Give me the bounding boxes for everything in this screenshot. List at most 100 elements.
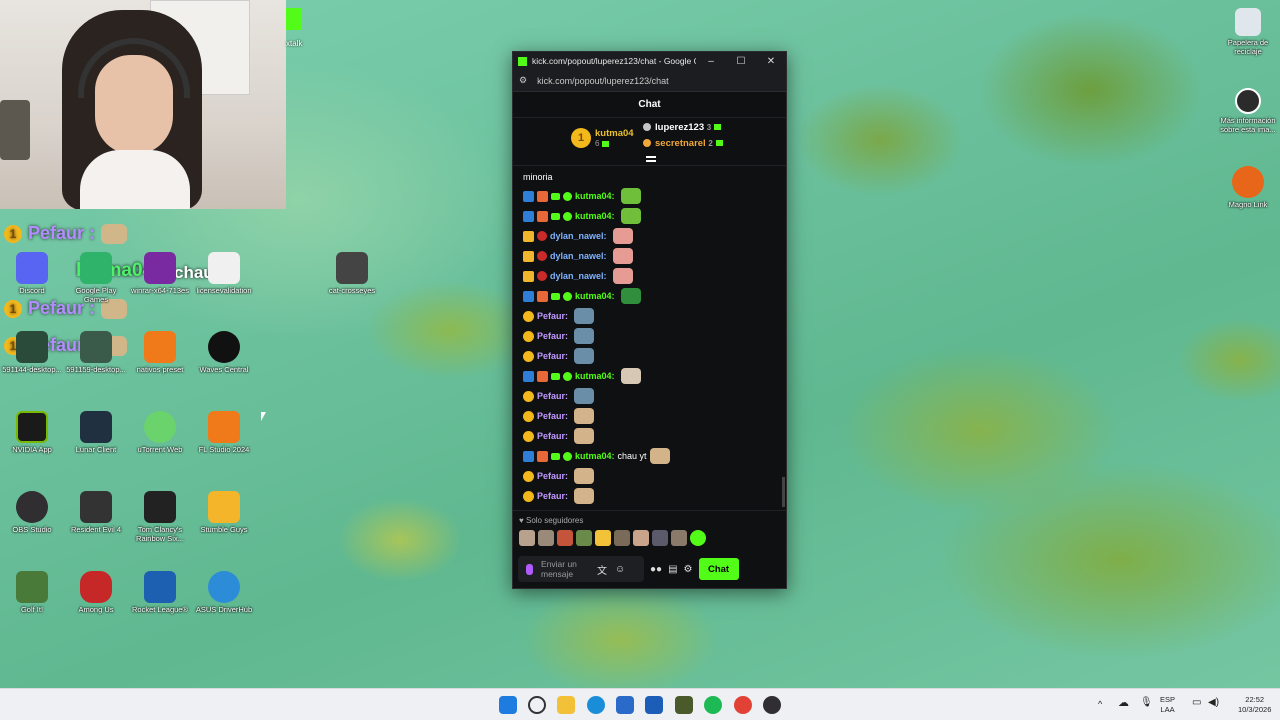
search-icon[interactable] <box>528 696 546 714</box>
desktop-icon-licensevalidation[interactable]: licensevalidation <box>192 252 256 295</box>
start-button-icon[interactable] <box>499 696 517 714</box>
taskbar: ^ ☁ 🎙 ESP LAA ▭ ◀) 22:52 10/3/2026 <box>0 688 1280 720</box>
network-icon[interactable]: ▭ <box>1192 698 1201 708</box>
collapse-icon[interactable] <box>646 156 656 162</box>
emote-icon[interactable] <box>633 530 649 546</box>
language-indicator[interactable]: ESP LAA <box>1160 695 1175 715</box>
username[interactable]: Pefaur: <box>537 391 568 401</box>
desktop-icon-more-info[interactable]: Más información sobre esta ima... <box>1216 88 1280 134</box>
desktop-icon-winrar[interactable]: winrar-x64-713es <box>128 252 192 295</box>
desktop-icon-obs[interactable]: OBS Studio <box>0 491 64 534</box>
desktop-icon-wallpaper1[interactable]: 591144-desktop... <box>0 331 64 374</box>
username[interactable]: kutma04: <box>575 451 615 461</box>
desktop-icon-asus-driverhub[interactable]: ASUS DriverHub <box>192 571 256 614</box>
file-explorer-icon[interactable] <box>557 696 575 714</box>
fl-studio-icon <box>144 331 176 363</box>
desktop-icon-fl-studio[interactable]: FL Studio 2024 <box>192 411 256 454</box>
desktop-icon-utorrent[interactable]: uTorrent Web <box>128 411 192 454</box>
outlook-icon[interactable] <box>645 696 663 714</box>
chat-popout-window[interactable]: kick.com/popout/luperez123/chat - Google… <box>512 51 787 589</box>
chat-message: kutma04: <box>523 286 786 306</box>
pinned-message: minoria <box>523 172 553 182</box>
username[interactable]: Pefaur: <box>537 331 568 341</box>
emote-icon[interactable] <box>671 530 687 546</box>
address-bar[interactable]: ⚙ kick.com/popout/luperez123/chat <box>513 70 786 92</box>
microphone-icon[interactable]: 🎙 <box>1140 698 1153 708</box>
site-settings-icon[interactable]: ⚙ <box>519 75 527 86</box>
settings-gear-icon[interactable]: ⚙ <box>684 564 693 575</box>
desktop-icon-re4[interactable]: Resident Evil 4 <box>64 491 128 534</box>
desktop-icon-stumble-guys[interactable]: Stumble Guys <box>192 491 256 534</box>
username[interactable]: Pefaur: <box>537 411 568 421</box>
gifter-badge-icon <box>563 211 572 221</box>
username[interactable]: dylan_nawel: <box>550 251 607 261</box>
desktop-icon-play-games[interactable]: Google Play Games <box>64 252 128 304</box>
desktop-icon-rainbow-six[interactable]: Tom Clancy's Rainbow Six... <box>128 491 192 543</box>
spotify-icon[interactable] <box>704 696 722 714</box>
utorrent-icon <box>144 411 176 443</box>
desktop-icon-rocket-league[interactable]: Rocket League® <box>128 571 192 614</box>
onedrive-icon[interactable]: ☁ <box>1118 698 1129 709</box>
emote-icon <box>101 223 128 244</box>
username[interactable]: Pefaur: <box>537 311 568 321</box>
desktop-icon-among-us[interactable]: Among Us <box>64 571 128 614</box>
desktop-icon-cat-crosseyes[interactable]: cat-crosseyes <box>320 252 384 295</box>
translate-icon[interactable]: 文 <box>597 562 607 577</box>
desktop-icon-lunar-client[interactable]: Lunar Client <box>64 411 128 454</box>
top-gifter-3[interactable]: secretnarel 2 <box>643 138 723 149</box>
gifter-badge-icon <box>523 430 534 442</box>
username[interactable]: kutma04: <box>575 291 615 301</box>
users-icon[interactable]: ●● <box>650 564 662 575</box>
asus-icon <box>208 571 240 603</box>
volume-icon[interactable]: ◀) <box>1208 698 1219 708</box>
send-chat-button[interactable]: Chat <box>698 558 739 580</box>
username[interactable]: dylan_nawel: <box>550 231 607 241</box>
minimize-button[interactable]: – <box>696 56 726 67</box>
store-icon[interactable] <box>616 696 634 714</box>
desktop-icon-waves-central[interactable]: Waves Central <box>192 331 256 374</box>
username[interactable]: kutma04: <box>575 211 615 221</box>
url-text[interactable]: kick.com/popout/luperez123/chat <box>537 76 669 86</box>
desktop-icon-nativos-preset[interactable]: nativos preset <box>128 331 192 374</box>
username[interactable]: Pefaur: <box>537 491 568 501</box>
desktop-icon-golf-it[interactable]: Golf It! <box>0 571 64 614</box>
chat-scrollbar[interactable] <box>782 477 785 507</box>
emote-icon[interactable] <box>519 530 535 546</box>
desktop-icon-discord[interactable]: Discord <box>0 252 64 295</box>
emote-icon[interactable] <box>614 530 630 546</box>
clock[interactable]: 22:52 10/3/2026 <box>1238 695 1271 715</box>
obs-icon[interactable] <box>763 696 781 714</box>
chevron-up-icon[interactable]: ^ <box>1098 699 1102 709</box>
chrome-icon[interactable] <box>734 696 752 714</box>
emote-icon[interactable] <box>652 530 668 546</box>
emote-icon[interactable] <box>690 530 706 546</box>
chat-message: Pefaur: <box>523 326 786 346</box>
minecraft-icon[interactable] <box>675 696 693 714</box>
desktop-icon-wallpaper2[interactable]: 591159-desktop... <box>64 331 128 374</box>
chat-input[interactable]: Enviar un mensaje 文 ☺ <box>518 556 644 582</box>
window-titlebar[interactable]: kick.com/popout/luperez123/chat - Google… <box>513 52 786 70</box>
gifter-badge-icon <box>523 330 534 342</box>
desktop-icon-recycle-bin[interactable]: Papelera de reciclaje <box>1216 8 1280 56</box>
close-button[interactable]: ✕ <box>756 56 786 67</box>
maximize-button[interactable]: ☐ <box>726 56 756 67</box>
top-gifter-1[interactable]: 1 kutma04 6 <box>571 128 634 148</box>
username[interactable]: Pefaur: <box>537 351 568 361</box>
edge-icon[interactable] <box>587 696 605 714</box>
emote-icon[interactable] <box>595 530 611 546</box>
emoji-icon[interactable]: ☺ <box>615 564 625 575</box>
store-icon[interactable]: ▤ <box>668 564 677 575</box>
username[interactable]: kutma04: <box>575 191 615 201</box>
desktop-icon-magno-link[interactable]: Magno Link <box>1216 166 1280 209</box>
username[interactable]: dylan_nawel: <box>550 271 607 281</box>
emote-icon[interactable] <box>557 530 573 546</box>
emote-icon[interactable] <box>576 530 592 546</box>
r6-icon <box>144 491 176 523</box>
username[interactable]: Pefaur: <box>537 471 568 481</box>
desktop-icon-nvidia-app[interactable]: NVIDIA App <box>0 411 64 454</box>
frog-emote-icon <box>620 188 641 204</box>
username[interactable]: kutma04: <box>575 371 615 381</box>
top-gifter-2[interactable]: luperez123 3 <box>643 122 722 133</box>
emote-icon[interactable] <box>538 530 554 546</box>
username[interactable]: Pefaur: <box>537 431 568 441</box>
